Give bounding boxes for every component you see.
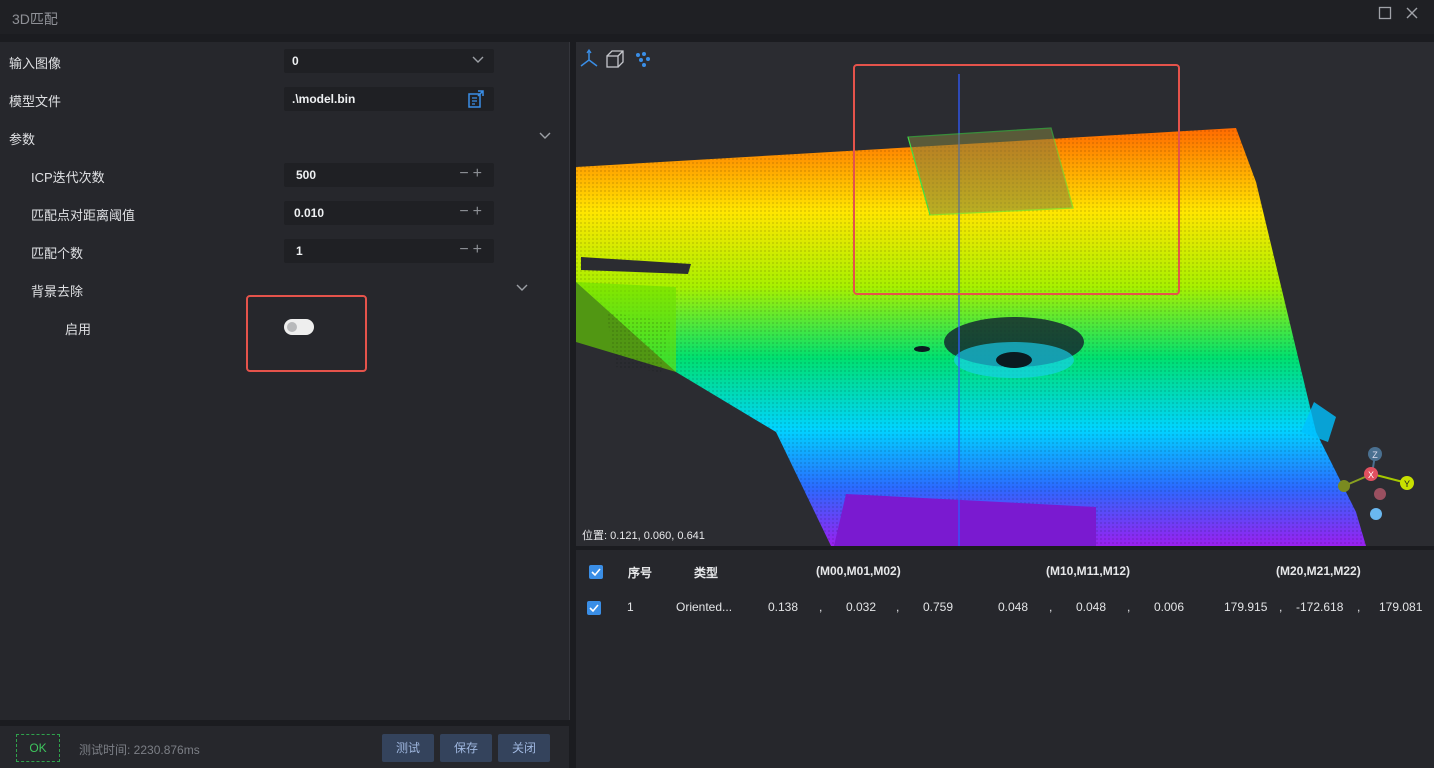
results-table: 序号 类型 (M00,M01,M02) (M10,M11,M12) (M20,M… xyxy=(576,550,1434,768)
enable-label: 启用 xyxy=(65,322,92,337)
header-row1: (M10,M11,M12) xyxy=(1046,564,1131,578)
point-mode-icon[interactable] xyxy=(632,48,654,70)
cell-m10: 0.048 xyxy=(998,600,1029,614)
match-count-stepper[interactable]: 1 −+ xyxy=(284,239,494,263)
cell-m20: 179.915 xyxy=(1224,600,1268,614)
cell-sep: , xyxy=(1049,600,1053,614)
svg-text:Y: Y xyxy=(1404,479,1410,489)
cell-m22: 179.081 xyxy=(1379,600,1423,614)
header-row0: (M00,M01,M02) xyxy=(816,564,901,578)
input-image-select[interactable]: 0 xyxy=(284,49,494,73)
svg-text:Z: Z xyxy=(1372,450,1378,460)
stepper-buttons[interactable]: −+ xyxy=(459,203,486,221)
cell-sep: , xyxy=(1127,600,1131,614)
params-collapse-chevron-icon[interactable] xyxy=(537,129,553,145)
cell-sep: , xyxy=(1357,600,1361,614)
input-image-label: 输入图像 xyxy=(9,56,62,71)
match-count-value: 1 xyxy=(296,244,303,258)
header-type: 类型 xyxy=(694,566,719,580)
cell-index: 1 xyxy=(627,600,634,614)
header-index: 序号 xyxy=(628,566,653,580)
row-checkbox[interactable] xyxy=(587,601,601,615)
cell-m12: 0.006 xyxy=(1154,600,1185,614)
select-all-checkbox[interactable] xyxy=(589,565,603,579)
parameter-panel: 输入图像 0 模型文件 .\model.bin 参数 ICP迭代次数 500 −… xyxy=(0,42,570,720)
test-time-text: 测试时间: 2230.876ms xyxy=(79,743,200,757)
bottom-bar: OK 测试时间: 2230.876ms 测试 保存 关闭 xyxy=(0,726,569,768)
background-removal-label: 背景去除 xyxy=(31,284,84,299)
status-badge: OK xyxy=(16,734,60,762)
chevron-down-icon xyxy=(470,53,486,69)
model-file-value: .\model.bin xyxy=(292,92,356,106)
icp-iterations-label: ICP迭代次数 xyxy=(31,170,105,185)
file-browse-icon[interactable] xyxy=(466,89,486,112)
cell-type: Oriented... xyxy=(676,600,733,614)
cell-sep: , xyxy=(896,600,900,614)
svg-text:X: X xyxy=(1368,470,1374,480)
title-bar: 3D匹配 xyxy=(0,0,1434,34)
cell-m00: 0.138 xyxy=(768,600,799,614)
toggle-highlight-box xyxy=(246,295,367,372)
point-cloud-viewport[interactable]: Z X Y 位置: 0.121, 0.060, 0.641 xyxy=(576,42,1434,546)
model-file-field[interactable]: .\model.bin xyxy=(284,87,494,111)
cell-m11: 0.048 xyxy=(1076,600,1107,614)
background-collapse-chevron-icon[interactable] xyxy=(514,281,530,297)
position-readout: 位置: 0.121, 0.060, 0.641 xyxy=(582,530,705,542)
close-button[interactable]: 关闭 xyxy=(498,734,550,762)
maximize-icon[interactable] xyxy=(1375,6,1395,26)
cell-sep: , xyxy=(1279,600,1283,614)
cell-m02: 0.759 xyxy=(923,600,954,614)
save-button[interactable]: 保存 xyxy=(440,734,492,762)
distance-threshold-stepper[interactable]: 0.010 −+ xyxy=(284,201,494,225)
model-file-label: 模型文件 xyxy=(9,94,62,109)
header-row2: (M20,M21,M22) xyxy=(1276,564,1361,578)
distance-threshold-value: 0.010 xyxy=(294,206,325,220)
cube-view-icon[interactable] xyxy=(604,48,626,70)
params-section-label: 参数 xyxy=(9,132,36,147)
icp-iterations-stepper[interactable]: 500 −+ xyxy=(284,163,494,187)
stepper-buttons[interactable]: −+ xyxy=(459,241,486,259)
cell-m21: -172.618 xyxy=(1296,600,1344,614)
cell-sep: , xyxy=(819,600,823,614)
stepper-buttons[interactable]: −+ xyxy=(459,165,486,183)
cell-m01: 0.032 xyxy=(846,600,877,614)
input-image-value: 0 xyxy=(292,54,299,68)
window-title: 3D匹配 xyxy=(12,11,58,27)
match-count-label: 匹配个数 xyxy=(31,246,84,261)
test-button[interactable]: 测试 xyxy=(382,734,434,762)
distance-threshold-label: 匹配点对距离阈值 xyxy=(31,208,136,223)
roi-highlight-box xyxy=(853,64,1180,295)
close-icon[interactable] xyxy=(1402,6,1422,26)
icp-iterations-value: 500 xyxy=(296,168,317,182)
axes-view-icon[interactable] xyxy=(578,48,600,70)
